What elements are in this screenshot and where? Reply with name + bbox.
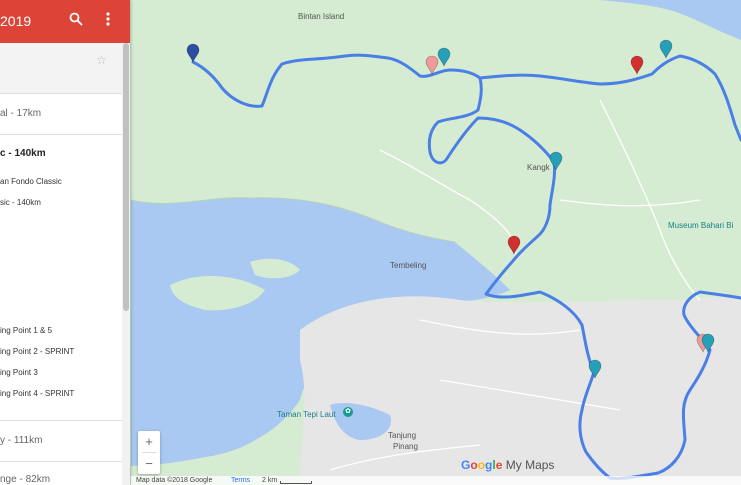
map-title[interactable]: 2019 <box>0 13 31 29</box>
zoom-in-button[interactable]: + <box>138 431 160 452</box>
list-item[interactable]: ing Point 4 - SPRINT <box>0 389 74 398</box>
panel-header: 2019 <box>0 0 130 43</box>
divider <box>0 461 122 462</box>
more-vert-icon[interactable] <box>99 12 117 30</box>
list-item[interactable]: an Fondo Classic <box>0 177 62 186</box>
map-sidebar: 2019 ☆ al - 17km c - 140km an Fondo Clas… <box>0 0 130 485</box>
list-item[interactable]: ing Point 1 & 5 <box>0 326 52 335</box>
poi-label: Museum Bahari Bi <box>668 221 734 230</box>
scale-label: 2 km <box>262 477 278 484</box>
poi-label: Taman Tepi Laut <box>277 410 336 419</box>
zoom-control: + − <box>138 431 160 474</box>
divider <box>0 420 122 421</box>
terms-link[interactable]: Terms <box>231 477 250 484</box>
search-icon[interactable] <box>67 12 85 30</box>
map-pin-icon[interactable] <box>588 359 602 379</box>
park-icon[interactable]: ✿ <box>343 407 353 417</box>
map-data-attribution: Map data ©2018 Google <box>136 477 213 484</box>
map-pin-icon[interactable] <box>659 39 673 59</box>
place-label: Tembeling <box>390 261 427 270</box>
place-label: Tanjung <box>388 431 417 440</box>
map-pin-icon[interactable] <box>630 55 644 75</box>
divider <box>0 134 122 135</box>
map-pin-icon[interactable] <box>437 47 451 67</box>
layer-name[interactable]: y - 111km <box>0 435 42 446</box>
list-item[interactable]: sic - 140km <box>0 198 41 207</box>
zoom-out-button[interactable]: − <box>138 453 160 474</box>
map-pin-icon[interactable] <box>186 43 200 63</box>
place-label: Pinang <box>393 442 418 451</box>
my-maps-label: My Maps <box>505 458 555 472</box>
list-item[interactable]: ing Point 2 - SPRINT <box>0 347 74 356</box>
place-label: Bintan Island <box>298 12 345 21</box>
map-pin-icon[interactable] <box>507 235 521 255</box>
map-pin-icon[interactable] <box>549 151 563 171</box>
map-footer: Map data ©2018 Google Terms 2 km <box>131 476 741 485</box>
star-icon[interactable]: ☆ <box>96 53 107 67</box>
list-item[interactable]: ing Point 3 <box>0 368 38 377</box>
divider <box>0 93 122 94</box>
place-label: Kangk <box>527 163 550 172</box>
scrollbar-thumb[interactable] <box>123 43 129 311</box>
layer-name[interactable]: al - 17km <box>0 108 41 119</box>
map-pin-icon[interactable] <box>701 333 715 353</box>
panel-scrollbar[interactable] <box>122 43 130 485</box>
google-my-maps-logo: Google My Maps <box>461 458 554 472</box>
google-logo: Google <box>461 458 503 472</box>
scale-bar <box>280 481 312 484</box>
map-info-bar: ☆ <box>0 43 122 93</box>
layer-name[interactable]: nge - 82km <box>0 474 50 485</box>
layer-name-active[interactable]: c - 140km <box>0 148 46 159</box>
urban-area <box>300 295 741 485</box>
